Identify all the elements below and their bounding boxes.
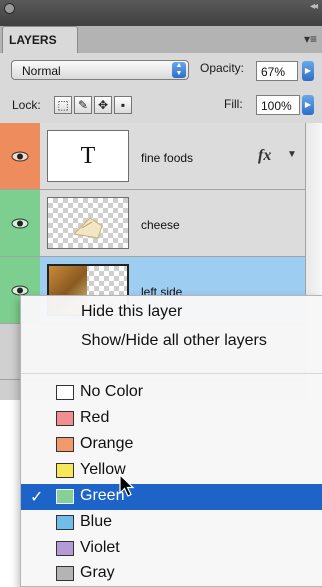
menu-item-label: Show/Hide all other layers [81, 332, 267, 349]
layer-thumbnail: T [47, 130, 129, 182]
menu-item-label: Hide this layer [81, 303, 183, 320]
layer-color-cell [0, 123, 40, 189]
chevron-updown-icon: ▲ ▼ [172, 62, 186, 78]
menu-item-color-yellow[interactable]: Yellow [21, 458, 322, 484]
menu-item-label: Gray [80, 564, 115, 581]
mouse-pointer-icon [119, 474, 135, 497]
close-icon[interactable] [4, 3, 15, 14]
color-swatch-green [56, 489, 74, 504]
lock-image-pixels-icon[interactable]: ✎ [74, 96, 92, 114]
menu-item-color-red[interactable]: Red [21, 406, 322, 432]
checkmark-icon: ✓ [30, 489, 44, 506]
blend-mode-select[interactable]: Normal ▲ ▼ [11, 60, 189, 80]
menu-item-color-gray[interactable]: Gray [21, 561, 322, 587]
lock-label: Lock: [12, 98, 41, 112]
menu-item-show-hide-others[interactable]: Show/Hide all other layers [21, 329, 322, 355]
fx-effects-icon[interactable]: fx [258, 147, 271, 165]
type-layer-icon: T [80, 143, 96, 169]
tab-layers[interactable]: LAYERS [2, 26, 78, 53]
lock-fill-row: Lock: ⬚ ✎ ✥ ▪ Fill: 100% ▶ [0, 87, 322, 124]
blend-opacity-row: Normal ▲ ▼ Opacity: 67% ▶ [0, 53, 322, 87]
visibility-eye-icon[interactable] [11, 151, 29, 162]
panel-menu-icon[interactable]: ▾≡ [304, 32, 317, 46]
lock-position-icon[interactable]: ✥ [94, 96, 112, 114]
menu-separator [21, 373, 322, 374]
chevron-down-icon[interactable]: ▼ [287, 149, 297, 160]
layer-name[interactable]: cheese [141, 218, 180, 232]
layer-thumbnail [47, 197, 129, 249]
menu-item-hide-layer[interactable]: Hide this layer [21, 300, 322, 326]
menu-item-label: Blue [80, 513, 113, 530]
menu-item-color-orange[interactable]: Orange [21, 432, 322, 458]
menu-item-color-no-color[interactable]: No Color [21, 380, 322, 406]
menu-item-label: Violet [80, 539, 120, 556]
color-swatch-red [56, 411, 74, 426]
lock-all-icon[interactable]: ▪ [114, 96, 132, 114]
color-swatch-no-color [56, 385, 74, 400]
lock-transparent-pixels-icon[interactable]: ⬚ [54, 96, 72, 114]
cheese-image-thumbnail [72, 217, 103, 239]
fill-label: Fill: [224, 97, 243, 111]
menu-item-color-green[interactable]: ✓ Green [21, 484, 322, 510]
layer-row-cheese[interactable]: cheese [0, 190, 305, 257]
menu-item-label: Green [80, 487, 125, 504]
layer-context-menu: Hide this layer Show/Hide all other laye… [20, 295, 322, 587]
color-swatch-gray [56, 566, 74, 581]
layer-name[interactable]: fine foods [141, 151, 193, 165]
menu-item-label: Red [80, 409, 110, 426]
opacity-input[interactable]: 67% [256, 61, 298, 81]
menu-item-color-blue[interactable]: Blue [21, 510, 322, 536]
collapse-icon[interactable]: ◂◂ [310, 1, 318, 12]
color-swatch-violet [56, 541, 74, 556]
layer-row-fine-foods[interactable]: T fine foods fx ▼ [0, 123, 305, 190]
fill-input[interactable]: 100% [256, 95, 300, 115]
color-swatch-blue [56, 515, 74, 530]
menu-item-color-violet[interactable]: Violet [21, 536, 322, 562]
opacity-slider-arrow-icon[interactable]: ▶ [302, 61, 314, 81]
blend-mode-value: Normal [22, 64, 61, 78]
color-swatch-yellow [56, 463, 74, 478]
visibility-eye-icon[interactable] [11, 218, 29, 229]
color-swatch-orange [56, 437, 74, 452]
opacity-label: Opacity: [200, 61, 245, 75]
menu-item-label: No Color [80, 383, 144, 400]
fill-slider-arrow-icon[interactable]: ▶ [302, 95, 314, 115]
layer-color-cell [0, 190, 40, 256]
menu-item-label: Orange [80, 435, 134, 452]
panel-title-bar: ◂◂ [0, 0, 322, 26]
